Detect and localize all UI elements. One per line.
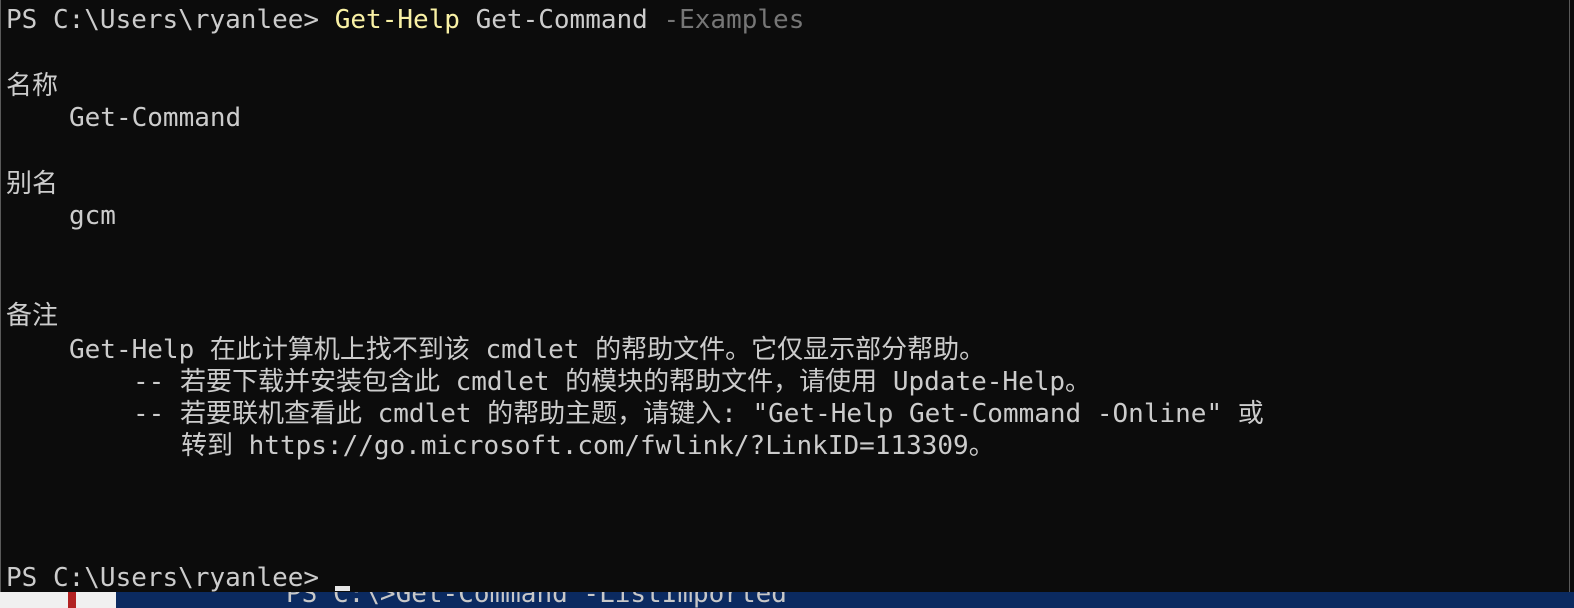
alias-section-value: gcm (69, 201, 116, 231)
remarks-line-2: -- 若要下载并安装包含此 cmdlet 的模块的帮助文件，请使用 Update… (133, 367, 1092, 397)
command-argument: Get-Command (459, 5, 664, 35)
name-section-value: Get-Command (69, 103, 242, 133)
remarks-line-3: -- 若要联机查看此 cmdlet 的帮助主题，请键入: "Get-Help G… (133, 399, 1264, 429)
alias-section-header: 别名 (6, 169, 59, 199)
remarks-line-4: 转到 https://go.microsoft.com/fwlink/?Link… (181, 431, 995, 461)
remarks-line-1: Get-Help 在此计算机上找不到该 cmdlet 的帮助文件。它仅显示部分帮… (69, 335, 986, 365)
powershell-console[interactable]: PS C:\Users\ryanlee> Get-Help Get-Comman… (0, 0, 1570, 592)
name-section-header: 名称 (6, 71, 59, 101)
prompt-text: PS C:\Users\ryanlee> (6, 563, 335, 592)
command-name: Get-Help (334, 5, 460, 35)
background-window-text: PS C:\>Get-Command -ListImported (286, 592, 787, 608)
command-parameter: -Examples (663, 5, 805, 35)
remarks-section-header: 备注 (6, 301, 59, 331)
background-window-accent (68, 592, 76, 608)
background-window[interactable]: PS C:\>Get-Command -ListImported (0, 592, 1574, 608)
text-cursor (334, 586, 350, 591)
prompt-line-1: PS C:\Users\ryanlee> Get-Help Get-Comman… (6, 4, 804, 36)
background-window-console: PS C:\>Get-Command -ListImported (116, 592, 1574, 608)
prompt-text: PS C:\Users\ryanlee> (6, 5, 335, 35)
prompt-line-2[interactable]: PS C:\Users\ryanlee> (6, 562, 350, 592)
